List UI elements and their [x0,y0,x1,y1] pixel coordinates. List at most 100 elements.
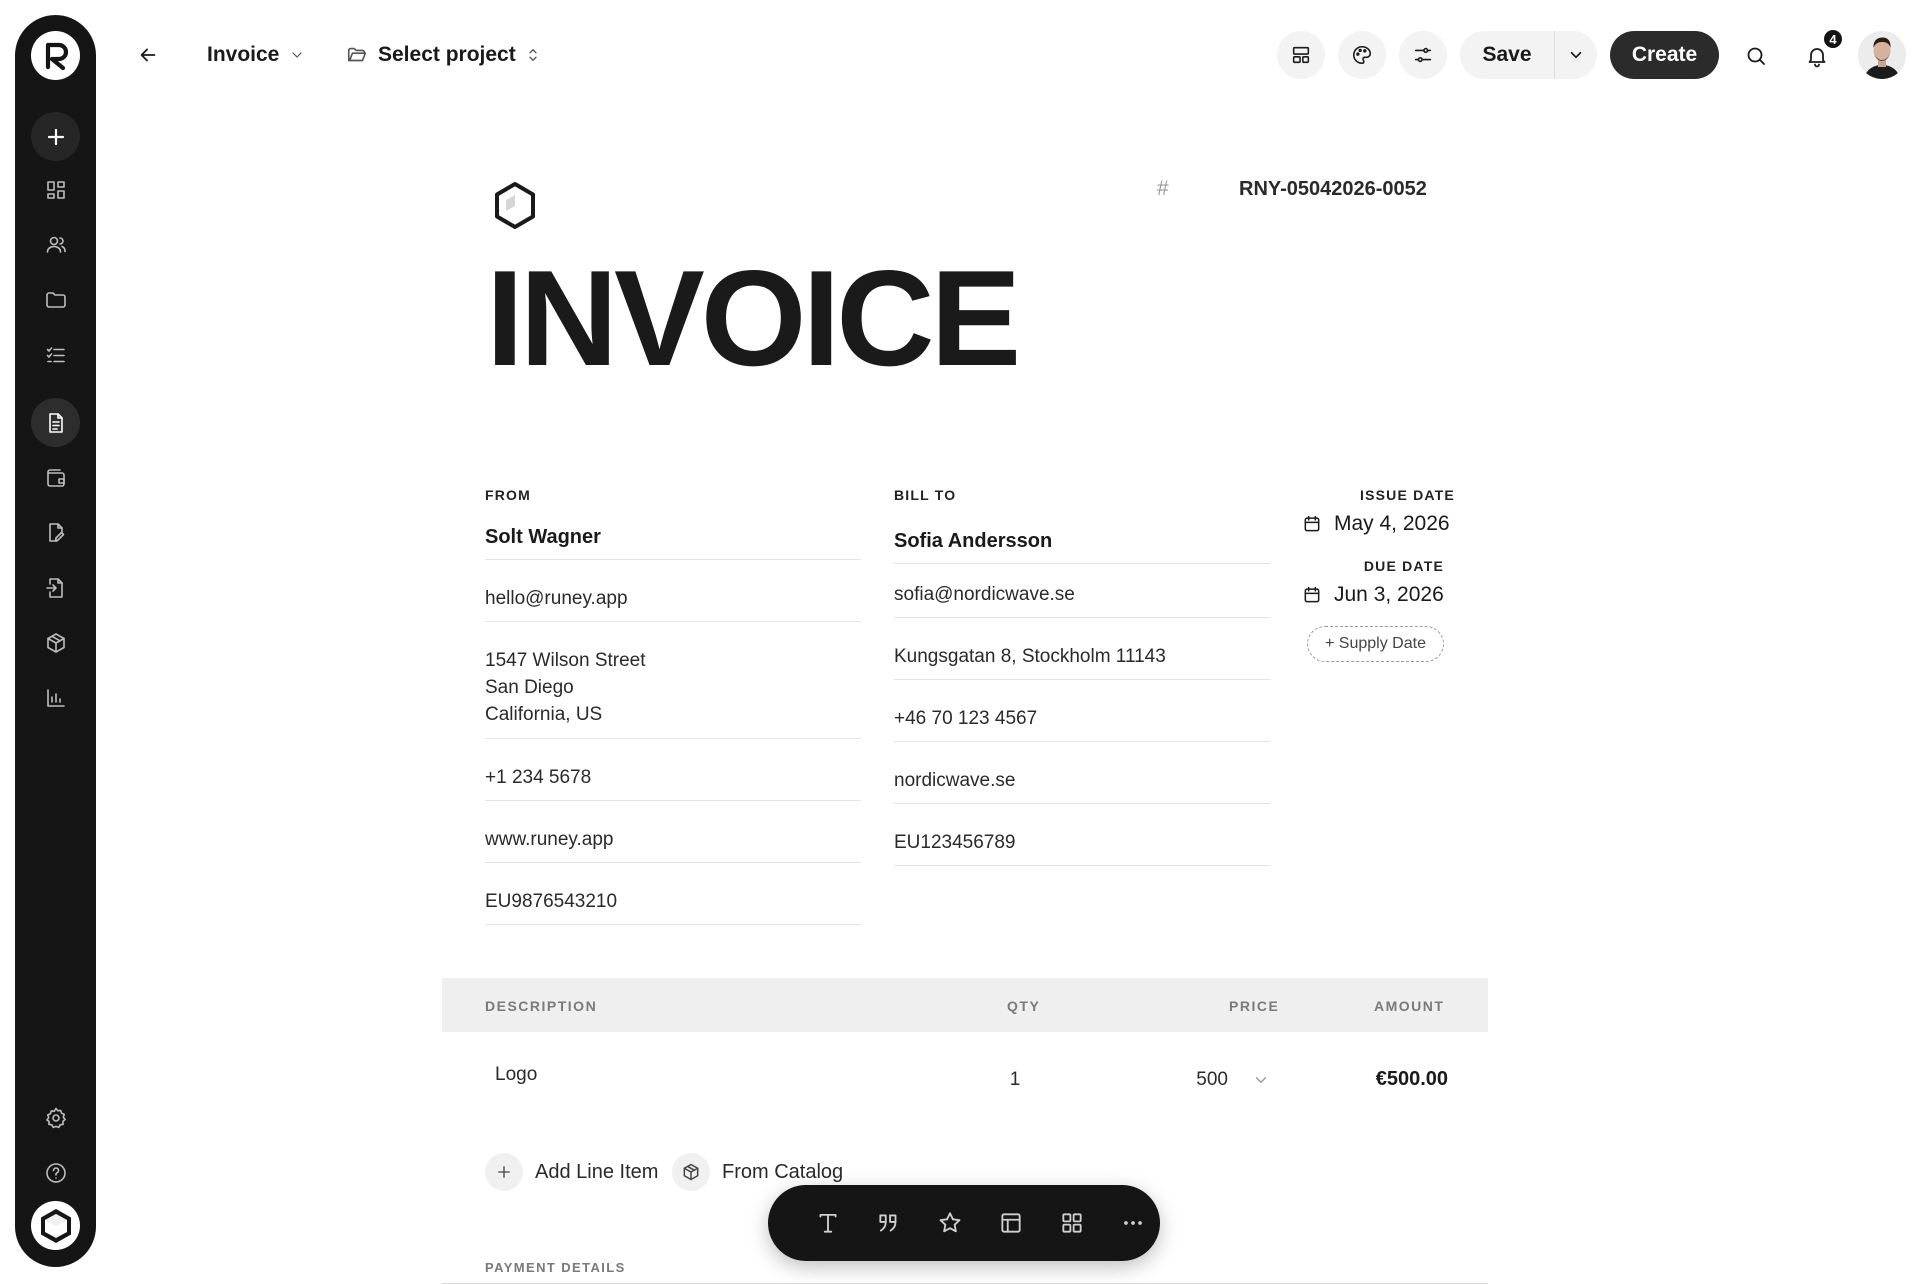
bill-to-website[interactable]: nordicwave.se [894,770,1015,792]
from-label: FROM [485,487,532,503]
issue-date-picker[interactable]: May 4, 2026 [1302,512,1450,536]
chevron-down-icon [1255,1077,1267,1083]
add-line-item-label: Add Line Item [535,1160,659,1183]
page-title[interactable]: INVOICE [486,250,1021,386]
col-qty: QTY [1007,998,1041,1014]
field-underline [485,862,861,863]
workspace-logo[interactable] [31,1201,80,1250]
project-label: Select project [378,43,516,66]
doc-type-label: Invoice [207,43,280,66]
table-row: Logo 1 500 €500.00 [442,1040,1488,1130]
from-website[interactable]: www.runey.app [485,829,614,851]
theme-button[interactable] [1338,31,1386,79]
field-underline [485,559,861,560]
tasks-icon [46,346,65,362]
create-button[interactable]: Create [1610,31,1719,79]
issue-date-value: May 4, 2026 [1334,512,1450,535]
bill-to-email[interactable]: sofia@nordicwave.se [894,584,1075,606]
bill-to-vat[interactable]: EU123456789 [894,832,1016,854]
due-date-picker[interactable]: Jun 3, 2026 [1302,583,1444,607]
field-underline [894,679,1270,680]
bill-to-address[interactable]: Kungsgatan 8, Stockholm 11143 [894,646,1166,668]
sidebar-item-help[interactable] [31,1148,80,1197]
invoice-number[interactable]: RNY-05042026-0052 [1239,178,1427,201]
line-item-amount: €500.00 [1375,1068,1448,1090]
price-options-button[interactable] [1252,1071,1270,1094]
bill-to-name[interactable]: Sofia Andersson [894,530,1052,553]
more-options-button[interactable] [1115,1205,1151,1241]
sidebar-item-clients[interactable] [31,220,80,269]
bill-to-phone[interactable]: +46 70 123 4567 [894,708,1037,730]
bill-to-label: BILL TO [894,487,957,503]
col-amount: AMOUNT [1374,998,1445,1014]
app-logo[interactable] [31,31,80,80]
field-underline [894,617,1270,618]
layout-icon [1292,46,1310,64]
help-icon [45,1162,66,1183]
from-email[interactable]: hello@runey.app [485,588,628,610]
text-icon [819,1213,837,1233]
line-item-description[interactable]: Logo [495,1064,537,1086]
field-underline [894,803,1270,804]
from-address-line2[interactable]: San Diego [485,677,574,699]
dashboard-icon [46,180,65,199]
sidebar-item-reports[interactable] [31,673,80,722]
doc-type-dropdown[interactable]: Invoice [207,38,305,72]
chevron-down-icon [292,52,302,58]
wallet-icon [46,468,65,487]
sidebar-item-projects[interactable] [31,275,80,324]
calendar-icon [1304,586,1320,603]
save-options-button[interactable] [1555,31,1597,79]
chevron-down-icon [1570,51,1582,59]
table-header: DESCRIPTION QTY PRICE AMOUNT [442,978,1488,1032]
field-underline [485,924,861,925]
settings-sliders-button[interactable] [1399,31,1447,79]
invoice-number-hash: # [1157,177,1169,200]
add-supply-date-button[interactable]: + Supply Date [1307,626,1444,662]
from-name[interactable]: Solt Wagner [485,526,601,549]
field-underline [485,621,861,622]
document-icon [48,412,63,433]
users-icon [46,236,66,253]
line-item-qty[interactable]: 1 [995,1069,1035,1091]
sidebar [15,15,96,1267]
sidebar-item-invoices[interactable] [31,398,80,447]
from-phone[interactable]: +1 234 5678 [485,767,591,789]
r-logo-icon [45,42,68,70]
plus-circle [485,1153,523,1191]
back-button[interactable] [128,38,168,72]
insert-table-button[interactable] [993,1205,1029,1241]
sidebar-item-payments[interactable] [31,453,80,502]
sidebar-item-settings[interactable] [31,1093,80,1142]
insert-highlight-button[interactable] [932,1205,968,1241]
field-underline [894,741,1270,742]
plus-icon [47,128,64,145]
sidebar-item-dashboard[interactable] [31,165,80,214]
search-button[interactable] [1736,36,1776,76]
sidebar-item-catalog[interactable] [31,618,80,667]
avatar[interactable] [1858,31,1906,79]
insert-block-button[interactable] [1054,1205,1090,1241]
grid-icon [1062,1213,1082,1233]
insert-quote-button[interactable] [871,1205,907,1241]
insert-text-button[interactable] [810,1205,846,1241]
new-button[interactable] [31,112,80,161]
from-address-line3[interactable]: California, US [485,704,602,726]
company-logo[interactable] [492,181,538,236]
sidebar-item-import[interactable] [31,563,80,612]
hexagon-logo-icon [495,182,535,229]
notification-badge: 4 [1822,28,1844,50]
save-button[interactable]: Save [1460,31,1554,79]
from-vat[interactable]: EU9876543210 [485,891,617,913]
more-icon [1124,1221,1142,1225]
search-icon [1747,47,1765,65]
sidebar-item-tasks[interactable] [31,330,80,379]
sidebar-item-contracts[interactable] [31,508,80,557]
user-portrait-icon [1858,31,1906,79]
project-selector[interactable]: Select project [346,38,540,72]
line-item-price[interactable]: 500 [1172,1069,1228,1091]
from-catalog-label: From Catalog [722,1160,844,1183]
add-line-item-button[interactable]: Add Line Item [485,1153,658,1191]
layout-button[interactable] [1277,31,1325,79]
from-address-line1[interactable]: 1547 Wilson Street [485,650,646,672]
